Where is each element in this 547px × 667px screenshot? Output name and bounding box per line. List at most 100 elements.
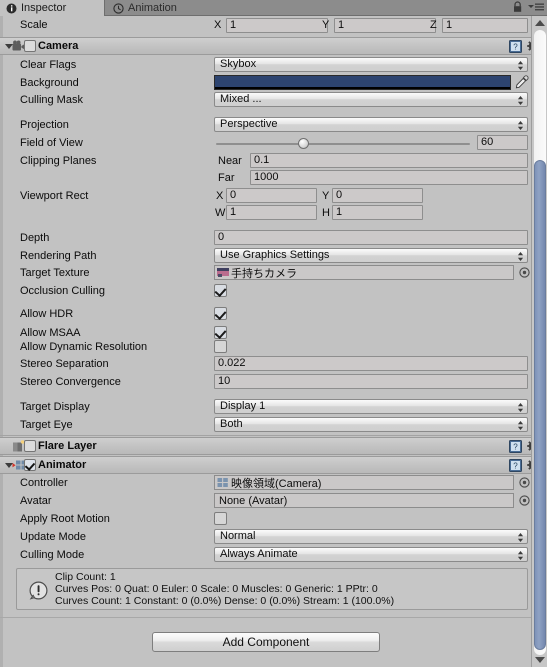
eyedropper-icon[interactable] <box>514 75 529 93</box>
occlusion-culling-checkbox[interactable] <box>214 284 227 297</box>
row-target-display: Target Display Display 1 <box>0 399 529 415</box>
target-display-value: Display 1 <box>220 400 266 412</box>
clipping-near-input[interactable]: 0.1 <box>250 153 528 168</box>
row-allow-dynamic-resolution: Allow Dynamic Resolution <box>0 339 529 355</box>
component-header-flare-layer[interactable]: Flare Layer ? <box>0 437 547 455</box>
scroll-up-arrow-icon[interactable] <box>535 20 545 26</box>
field-of-view-slider-track[interactable] <box>216 143 470 145</box>
object-picker-icon[interactable] <box>519 267 530 278</box>
target-display-dropdown[interactable]: Display 1 <box>214 399 528 414</box>
target-texture-value: 手持ちカメラ <box>231 267 297 280</box>
viewport-y-input[interactable]: 0 <box>332 188 423 203</box>
depth-input[interactable]: 0 <box>214 230 528 245</box>
row-rendering-path: Rendering Path Use Graphics Settings <box>0 248 529 264</box>
flare-layer-enabled-checkbox[interactable] <box>24 440 36 452</box>
update-mode-dropdown[interactable]: Normal <box>214 529 528 544</box>
depth-label: Depth <box>20 232 50 244</box>
apply-root-motion-checkbox[interactable] <box>214 512 227 525</box>
animator-title: Animator <box>38 459 87 471</box>
camera-enabled-checkbox[interactable] <box>24 40 36 52</box>
avatar-object-field[interactable]: None (Avatar) <box>214 493 514 508</box>
tab-animation[interactable]: Animation <box>107 0 217 16</box>
animator-enabled-checkbox[interactable] <box>24 459 36 471</box>
row-viewport-rect-xy: Viewport Rect X 0 Y 0 <box>0 188 529 204</box>
add-component-button[interactable]: Add Component <box>152 632 380 652</box>
vertical-scrollbar[interactable] <box>531 16 547 667</box>
add-component-label: Add Component <box>222 635 310 649</box>
avatar-value: None (Avatar) <box>219 494 288 507</box>
target-texture-label: Target Texture <box>20 267 90 279</box>
viewport-rect-label: Viewport Rect <box>20 190 89 202</box>
viewport-x-label: X <box>216 190 224 202</box>
tab-inspector[interactable]: Inspector <box>0 0 105 16</box>
stereo-separation-input[interactable]: 0.022 <box>214 356 528 371</box>
scale-y-input[interactable]: 1 <box>334 18 436 33</box>
row-clear-flags: Clear Flags Skybox <box>0 57 529 73</box>
culling-mode-value: Always Animate <box>220 548 298 560</box>
allow-dynamic-resolution-label: Allow Dynamic Resolution <box>20 341 148 353</box>
row-clipping-planes-near: Clipping Planes Near 0.1 <box>0 153 529 169</box>
target-display-label: Target Display <box>20 401 90 413</box>
object-picker-icon[interactable] <box>519 477 530 488</box>
scroll-down-arrow-icon[interactable] <box>535 657 545 663</box>
hamburger-menu-icon[interactable] <box>528 1 544 16</box>
help-book-icon[interactable]: ? <box>509 459 522 475</box>
row-projection: Projection Perspective <box>0 117 529 133</box>
rendering-path-label: Rendering Path <box>20 250 97 262</box>
info-line-curves: Curves Pos: 0 Quat: 0 Euler: 0 Scale: 0 … <box>55 583 378 595</box>
clipping-far-input[interactable]: 1000 <box>250 170 528 185</box>
row-stereo-separation: Stereo Separation 0.022 <box>0 356 529 372</box>
allow-msaa-checkbox[interactable] <box>214 326 227 339</box>
row-field-of-view: Field of View 60 <box>0 135 529 151</box>
help-book-icon[interactable]: ? <box>509 440 522 456</box>
culling-mask-dropdown[interactable]: Mixed ... <box>214 92 528 107</box>
stereo-separation-label: Stereo Separation <box>20 358 109 370</box>
help-book-icon[interactable]: ? <box>509 40 522 56</box>
chevron-updown-icon <box>517 401 524 413</box>
target-eye-dropdown[interactable]: Both <box>214 417 528 432</box>
scale-z-input[interactable]: 1 <box>442 18 528 33</box>
stereo-convergence-input[interactable]: 10 <box>214 374 528 389</box>
lock-icon[interactable] <box>512 1 523 16</box>
rendering-path-dropdown[interactable]: Use Graphics Settings <box>214 248 528 263</box>
row-avatar: Avatar None (Avatar) <box>0 493 530 509</box>
target-texture-object-field[interactable]: 手持ちカメラ <box>214 265 514 280</box>
viewport-h-label: H <box>322 207 330 219</box>
clear-flags-dropdown[interactable]: Skybox <box>214 57 528 72</box>
clear-flags-value: Skybox <box>220 58 257 70</box>
camera-title: Camera <box>38 40 79 52</box>
viewport-x-input[interactable]: 0 <box>226 188 317 203</box>
viewport-h-input[interactable]: 1 <box>332 205 423 220</box>
allow-hdr-checkbox[interactable] <box>214 307 227 320</box>
viewport-w-input[interactable]: 1 <box>226 205 317 220</box>
clipping-near-label: Near <box>218 155 242 167</box>
target-eye-value: Both <box>220 418 243 430</box>
info-line-curves-count: Curves Count: 1 Constant: 0 (0.0%) Dense… <box>55 595 395 607</box>
component-header-camera[interactable]: Camera ? <box>0 37 547 55</box>
scale-x-input[interactable]: 1 <box>226 18 328 33</box>
field-of-view-input[interactable]: 60 <box>477 135 528 150</box>
controller-object-field[interactable]: 映像領域(Camera) <box>214 475 514 490</box>
projection-dropdown[interactable]: Perspective <box>214 117 528 132</box>
row-viewport-rect-wh: W 1 H 1 <box>0 205 529 221</box>
scrollbar-thumb[interactable] <box>534 160 546 650</box>
object-picker-icon[interactable] <box>519 495 530 506</box>
field-of-view-slider-knob[interactable] <box>298 138 309 149</box>
culling-mode-dropdown[interactable]: Always Animate <box>214 547 528 562</box>
allow-dynamic-resolution-checkbox[interactable] <box>214 340 227 353</box>
inspector-window: Inspector Animation Scale X 1 Y 1 Z 1 Ca… <box>0 0 547 667</box>
window-tab-bar: Inspector Animation <box>0 0 547 16</box>
component-header-animator[interactable]: Animator ? <box>0 456 547 474</box>
chevron-updown-icon <box>517 419 524 431</box>
row-depth: Depth 0 <box>0 230 529 246</box>
culling-mask-label: Culling Mask <box>20 94 83 106</box>
avatar-label: Avatar <box>20 495 52 507</box>
row-stereo-convergence: Stereo Convergence 10 <box>0 374 529 390</box>
svg-text:?: ? <box>513 462 518 471</box>
target-eye-label: Target Eye <box>20 419 73 431</box>
chevron-updown-icon <box>517 531 524 543</box>
update-mode-value: Normal <box>220 530 256 542</box>
row-background: Background <box>0 75 529 91</box>
background-color-swatch[interactable] <box>214 75 511 90</box>
projection-label: Projection <box>20 119 69 131</box>
